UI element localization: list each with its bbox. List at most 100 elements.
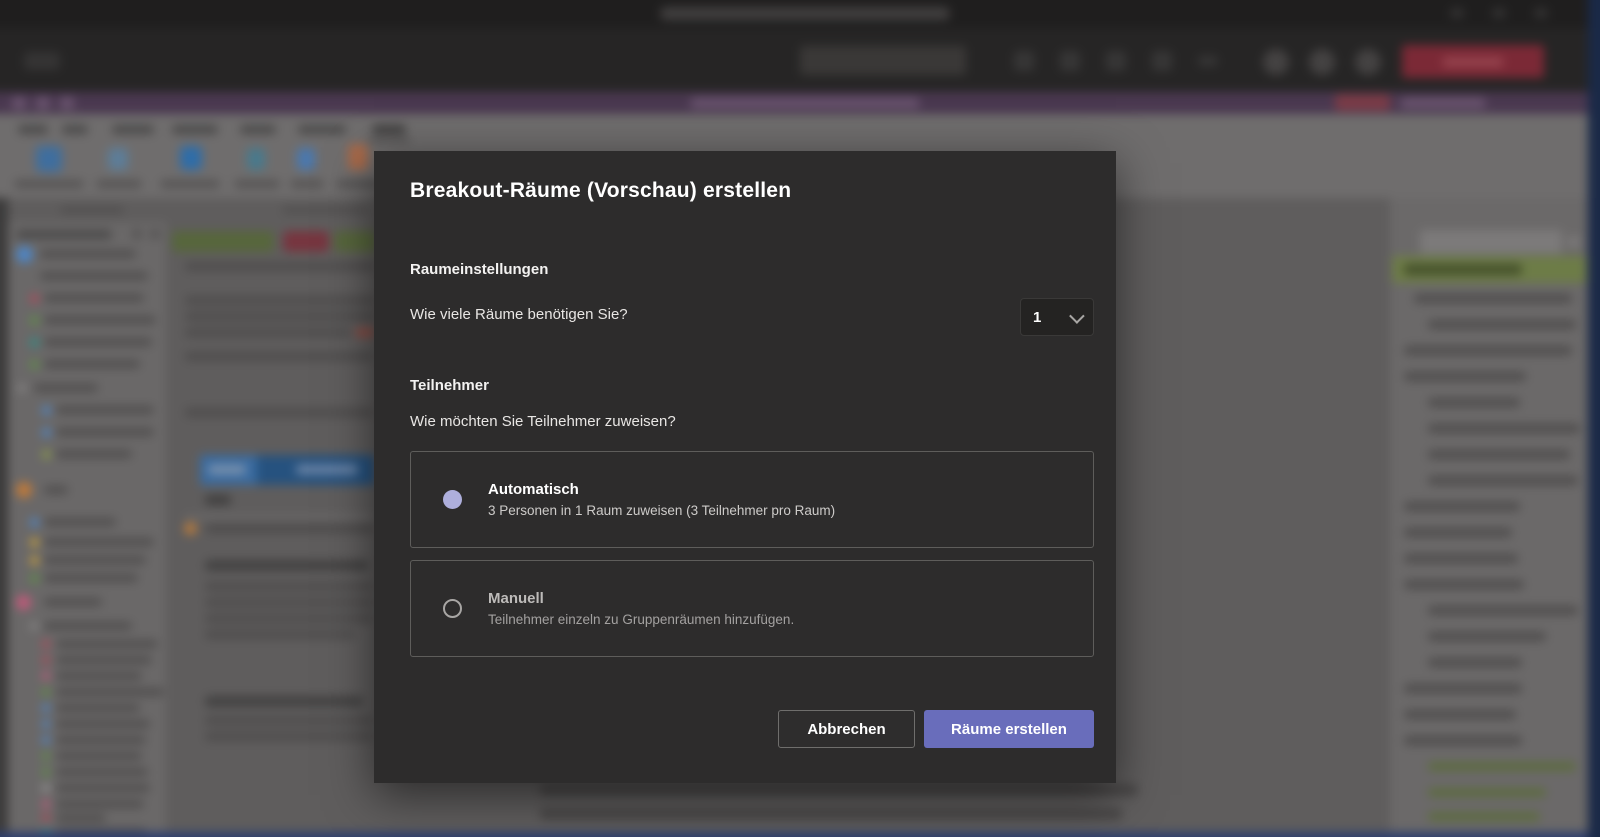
option-automatic-label: Automatisch (488, 480, 579, 498)
meeting-toolbar-icon (1198, 56, 1218, 66)
section-color-icon (42, 752, 50, 760)
section-title-line (34, 384, 98, 392)
section-title-line (44, 574, 138, 582)
link-text-red (355, 328, 375, 337)
ribbon-tab (112, 125, 154, 134)
option-manual[interactable]: Manuell Teilnehmer einzeln zu Gruppenräu… (410, 560, 1094, 657)
section-title-line (44, 622, 132, 630)
ribbon-icon-label (160, 180, 220, 188)
ribbon-tab-active (372, 125, 406, 134)
paragraph-line (205, 614, 373, 623)
section-title-line (44, 360, 140, 368)
page-title-line (1428, 424, 1580, 433)
section-color-icon (30, 359, 39, 369)
section-title-line (56, 736, 146, 744)
paragraph-line (205, 716, 373, 725)
ribbon-icon (36, 146, 62, 172)
room-count-value: 1 (1033, 308, 1042, 326)
section-title-line (56, 406, 154, 414)
avatar (1263, 49, 1289, 75)
sidebar-left-edge (0, 198, 8, 837)
page-title-line (1404, 580, 1524, 589)
radio-selected-icon[interactable] (443, 490, 462, 509)
onenote-titlebar-text (690, 98, 920, 108)
section-title-line (56, 640, 158, 648)
paragraph-line (540, 808, 1122, 820)
section-title-line (44, 294, 144, 302)
room-count-dropdown[interactable]: 1 (1020, 298, 1094, 336)
section-title-line (44, 338, 152, 346)
section-title-line (56, 656, 152, 664)
bottom-edge-line (0, 832, 1600, 837)
paragraph-line (185, 352, 373, 361)
info-icon-orange (184, 522, 197, 535)
section-color-icon (30, 315, 39, 325)
onenote-titlebar-icon (60, 97, 74, 109)
highlight-pill-green (172, 231, 274, 252)
paragraph-line (206, 524, 374, 533)
assign-question: Wie möchten Sie Teilnehmer zuweisen? (410, 413, 676, 430)
paragraph-line (205, 732, 373, 741)
section-title-line (56, 688, 164, 696)
heading-line (205, 696, 363, 707)
page-title-line (1404, 684, 1522, 693)
nav-arrows (24, 52, 60, 70)
table-header-text (208, 465, 246, 474)
paragraph-line (185, 262, 375, 271)
page-title-line (1404, 528, 1512, 537)
page-title-line (1428, 632, 1546, 641)
section-color-icon (30, 555, 39, 565)
page-search-box (1420, 230, 1562, 254)
window-controls (1450, 8, 1464, 18)
ribbon-icon (180, 146, 202, 170)
page-title-line (1428, 398, 1520, 407)
paragraph-line (185, 328, 351, 337)
page-search-icon (1568, 236, 1580, 248)
sidebar-header-icon (132, 229, 142, 239)
section-title-line (56, 704, 140, 712)
page-title-line (1404, 736, 1522, 745)
page-title-line (1428, 658, 1522, 667)
section-color-icon (42, 768, 50, 776)
ribbon-icon (108, 148, 128, 170)
table-cell-text (205, 495, 231, 505)
section-title-line (44, 518, 116, 526)
section-color-icon (16, 482, 32, 498)
page-title-line (1428, 762, 1576, 771)
page-title-line (1404, 372, 1526, 381)
page-title-line (1428, 450, 1570, 459)
page-title-line (1404, 554, 1518, 563)
right-edge-navy (1588, 0, 1600, 837)
paragraph-line (205, 582, 373, 591)
section-title-line (40, 272, 148, 280)
section-title-line (44, 598, 102, 606)
section-title-line (44, 538, 154, 546)
breakout-rooms-dialog: Breakout-Räume (Vorschau) erstellen Raum… (374, 151, 1116, 783)
meeting-toolbar-icon (1014, 51, 1034, 71)
section-title-line (56, 752, 142, 760)
cancel-button[interactable]: Abbrechen (778, 710, 915, 748)
section-color-icon (42, 784, 50, 792)
radio-unselected-icon[interactable] (443, 599, 462, 618)
page-title-line (1404, 710, 1516, 719)
sidebar-header-icon (150, 229, 160, 239)
ribbon-icon (247, 148, 265, 170)
section-color-icon (42, 736, 50, 744)
page-title-line (1404, 502, 1520, 511)
ribbon-icon-label (14, 180, 84, 188)
search-box (800, 46, 966, 75)
section-color-icon (42, 814, 50, 822)
section-color-icon (42, 672, 50, 680)
window-controls (1492, 8, 1506, 18)
option-automatic[interactable]: Automatisch 3 Personen in 1 Raum zuweise… (410, 451, 1094, 548)
notebook-sidebar (8, 222, 166, 837)
meeting-toolbar-icon (1152, 51, 1172, 71)
section-title-line (44, 316, 156, 324)
onenote-titlebar-close (1335, 94, 1390, 111)
sidebar-header-text (16, 230, 112, 239)
section-color-icon (42, 640, 50, 648)
section-color-icon (30, 622, 38, 630)
section-title-line (44, 486, 68, 494)
create-rooms-button[interactable]: Räume erstellen (924, 710, 1094, 748)
room-count-question: Wie viele Räume benötigen Sie? (410, 306, 628, 323)
